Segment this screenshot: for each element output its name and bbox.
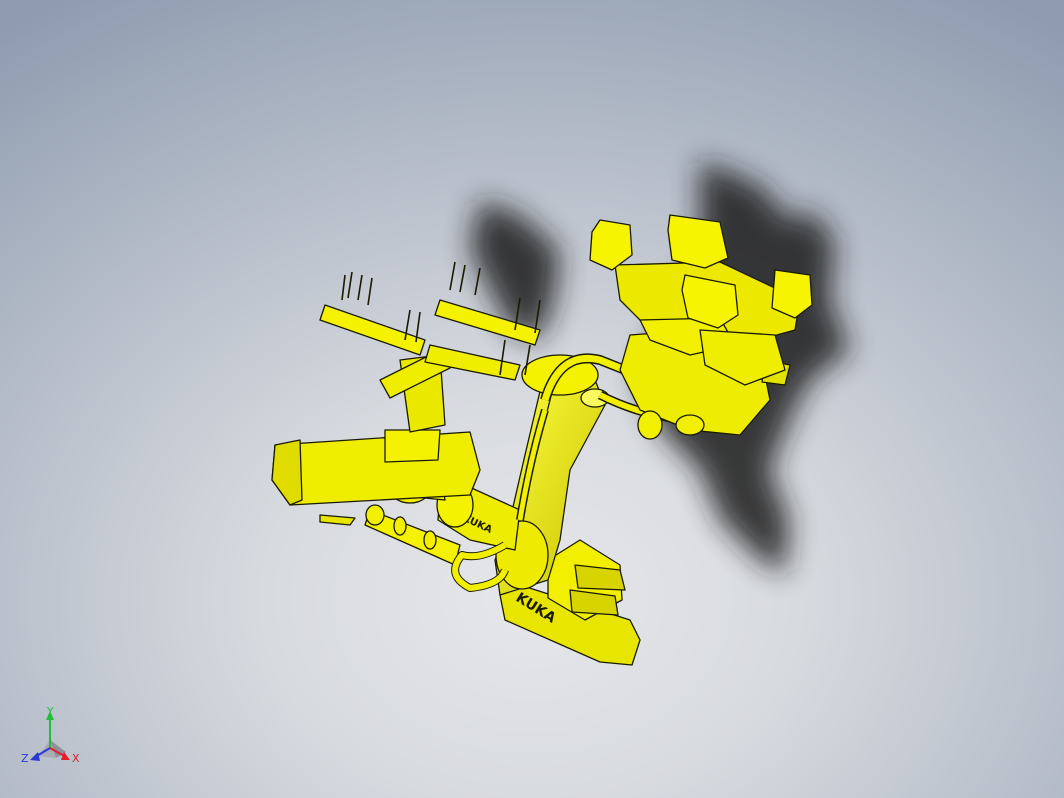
y-axis-label: Y	[46, 705, 54, 718]
model-scene[interactable]: KUKA KUKA Y X Z	[0, 0, 1064, 798]
graphics-viewport[interactable]: KUKA KUKA Y X Z	[0, 0, 1064, 798]
z-axis-label: Z	[21, 752, 29, 765]
z-axis-arrow-icon	[30, 752, 40, 761]
x-axis-label: X	[72, 752, 80, 765]
view-triad[interactable]: Y X Z	[21, 705, 80, 765]
